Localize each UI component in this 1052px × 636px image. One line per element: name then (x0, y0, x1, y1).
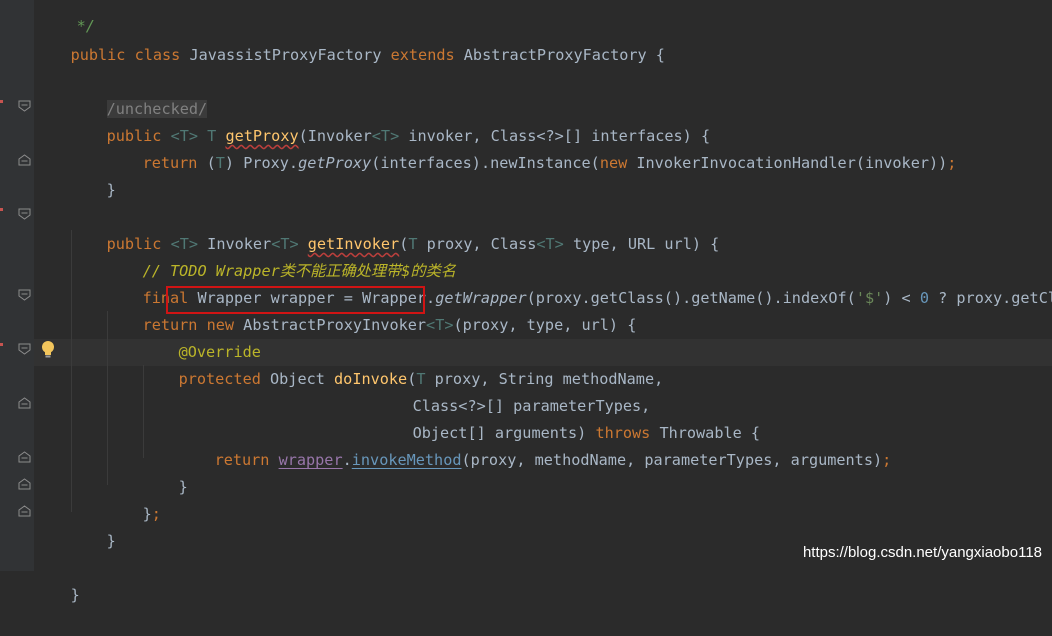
fold-marker-icon[interactable] (18, 478, 31, 490)
code-line: } (34, 555, 80, 604)
code-line: /unchecked/ (70, 69, 208, 118)
code-token: (proxy, methodName, parameterTypes, argu… (461, 451, 883, 469)
code-token: JavassistProxyFactory (189, 46, 391, 64)
code-token: } (178, 478, 188, 496)
fold-marker-icon[interactable] (18, 100, 31, 112)
code-token: protected (178, 370, 271, 388)
code-token: AbstractProxyInvoker (243, 316, 427, 334)
code-token: wrapper (278, 451, 343, 469)
code-line: public <T> T getProxy(Invoker<T> invoker… (70, 96, 711, 145)
code-token: } (142, 505, 152, 523)
code-token: getProxy (298, 154, 372, 172)
code-token: AbstractProxyFactory { (463, 46, 665, 64)
code-token: new (599, 154, 637, 172)
code-line: final Wrapper wrapper = Wrapper.getWrapp… (106, 258, 1052, 307)
code-token: InvokerInvocationHandler(invoker)) (636, 154, 948, 172)
code-token: invokeMethod (351, 451, 462, 469)
code-line: Object[] arguments) throws Throwable { (376, 393, 760, 442)
code-token: ; (882, 451, 892, 469)
code-line: return (T) Proxy.getProxy(interfaces).ne… (106, 123, 957, 172)
code-token: (proxy, type, url) { (453, 316, 637, 334)
code-line: }; (106, 474, 161, 523)
code-token: extends (390, 46, 464, 64)
code-token: <T> (426, 316, 454, 334)
fold-marker-icon[interactable] (18, 289, 31, 301)
red-highlight-box (166, 286, 425, 314)
code-token: Object (270, 370, 335, 388)
code-line: // TODO Wrapper类不能正确处理带$的类名 (106, 231, 456, 280)
code-token: public class (70, 46, 190, 64)
code-line: return wrapper.invokeMethod(proxy, metho… (178, 420, 892, 469)
fold-marker-icon[interactable] (18, 343, 31, 355)
watermark: https://blog.csdn.net/yangxiaobo118 (802, 544, 1042, 561)
fold-marker-icon[interactable] (18, 154, 31, 166)
code-token: } (70, 586, 80, 604)
code-token: } (106, 532, 116, 550)
code-line: Class<?>[] parameterTypes, (376, 366, 651, 415)
fold-marker-icon[interactable] (18, 505, 31, 517)
code-token: <T> (536, 235, 573, 253)
code-token: type, URL url) { (572, 235, 720, 253)
code-token: 0 (919, 289, 939, 307)
code-token: return (142, 154, 207, 172)
fold-marker-icon[interactable] (18, 451, 31, 463)
code-line: @Override (142, 312, 261, 361)
code-line: protected Object doInvoke(T proxy, Strin… (142, 339, 664, 388)
code-line: public class JavassistProxyFactory exten… (34, 15, 665, 64)
code-token: T (215, 154, 225, 172)
code-line: } (70, 501, 116, 550)
code-token: ( (206, 154, 216, 172)
code-line: public <T> Invoker<T> getInvoker(T proxy… (70, 204, 720, 253)
code-token: } (106, 181, 116, 199)
fold-marker-icon[interactable] (18, 397, 31, 409)
code-line: } (70, 150, 116, 199)
code-token: (interfaces).newInstance( (371, 154, 600, 172)
code-token: ; (947, 154, 957, 172)
code-line: } (142, 447, 188, 496)
code-token: return (214, 451, 279, 469)
code-token: . (342, 451, 352, 469)
code-token: ) < (883, 289, 920, 307)
code-token: ? proxy.getClass() (938, 289, 1052, 307)
code-token: ; (151, 505, 161, 523)
change-marker (0, 100, 3, 103)
code-token: '$' (855, 289, 884, 307)
change-marker (0, 208, 3, 211)
fold-marker-icon[interactable] (18, 208, 31, 220)
change-marker (0, 343, 3, 346)
code-line: */ (40, 0, 95, 35)
code-token: ) Proxy. (224, 154, 299, 172)
